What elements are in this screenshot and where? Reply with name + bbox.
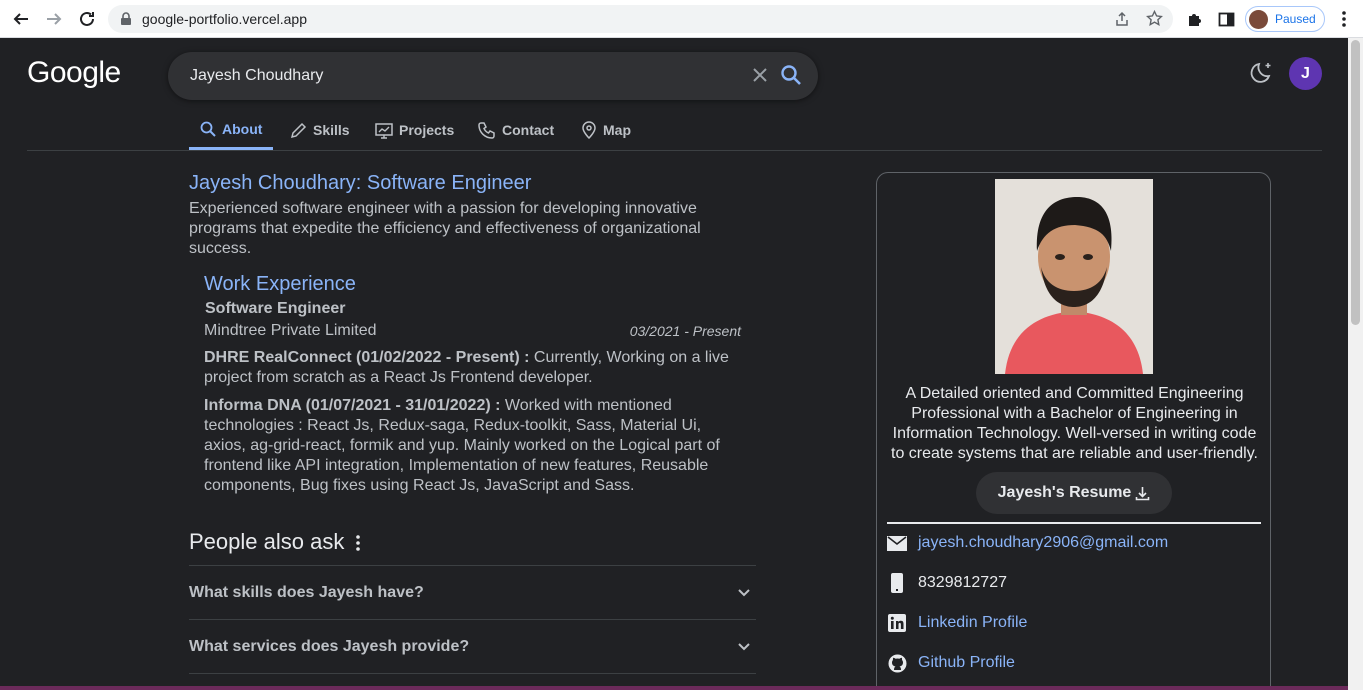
search-box[interactable]: Jayesh Choudhary bbox=[168, 52, 818, 100]
search-input[interactable]: Jayesh Choudhary bbox=[190, 67, 323, 85]
browser-toolbar: google-portfolio.vercel.app Paused bbox=[0, 0, 1363, 38]
search-icon[interactable] bbox=[780, 64, 802, 86]
paa-question[interactable] bbox=[189, 673, 756, 686]
profile-paused-button[interactable]: Paused bbox=[1245, 6, 1325, 32]
paa-title-text: People also ask bbox=[189, 529, 345, 554]
project-item: Informa DNA (01/07/2021 - 31/01/2022) : … bbox=[204, 396, 744, 496]
paa-question[interactable]: What services does Jayesh provide? bbox=[189, 619, 756, 673]
tab-label: Contact bbox=[502, 122, 555, 138]
page-scrollbar[interactable] bbox=[1348, 38, 1363, 690]
mobile-phone-icon bbox=[887, 573, 907, 593]
work-experience-heading: Work Experience bbox=[204, 273, 356, 295]
back-button[interactable] bbox=[9, 7, 33, 31]
project-item: DHRE RealConnect (01/02/2022 - Present) … bbox=[204, 348, 744, 388]
linkedin-row[interactable]: Linkedin Profile bbox=[887, 611, 1027, 635]
github-row[interactable]: Github Profile bbox=[887, 651, 1015, 675]
map-pin-icon bbox=[582, 121, 596, 139]
tab-skills[interactable]: Skills bbox=[290, 110, 350, 150]
pencil-icon bbox=[290, 122, 307, 138]
search-icon bbox=[200, 121, 216, 137]
google-logo[interactable]: Google bbox=[27, 56, 121, 90]
side-panel-icon[interactable] bbox=[1218, 11, 1235, 28]
address-bar[interactable]: google-portfolio.vercel.app bbox=[108, 5, 1173, 33]
github-icon bbox=[887, 653, 907, 673]
project-name: Informa DNA (01/07/2021 - 31/01/2022) : bbox=[204, 397, 501, 414]
linkedin-link[interactable]: Linkedin Profile bbox=[918, 614, 1027, 632]
card-divider bbox=[887, 522, 1261, 524]
scrollbar-thumb[interactable] bbox=[1351, 40, 1360, 325]
presentation-icon bbox=[375, 122, 393, 139]
download-icon bbox=[1136, 486, 1150, 500]
job-role: Software Engineer bbox=[205, 300, 346, 317]
reload-icon bbox=[80, 11, 94, 26]
tab-label: Map bbox=[603, 122, 631, 138]
extensions-puzzle-icon[interactable] bbox=[1186, 11, 1203, 28]
header-divider bbox=[27, 150, 1322, 151]
tab-map[interactable]: Map bbox=[581, 110, 631, 150]
lock-icon bbox=[121, 12, 131, 25]
profile-status: Paused bbox=[1275, 12, 1316, 26]
tab-projects[interactable]: Projects bbox=[375, 110, 454, 150]
paa-question-text: What skills does Jayesh have? bbox=[189, 584, 424, 601]
paa-question-text: What services does Jayesh provide? bbox=[189, 638, 470, 655]
phone-row: 8329812727 bbox=[887, 571, 1007, 595]
job-period: 03/2021 - Present bbox=[629, 323, 741, 339]
resume-download-button[interactable]: Jayesh's Resume bbox=[976, 472, 1172, 514]
dark-mode-moon-icon[interactable] bbox=[1249, 60, 1275, 86]
project-name: DHRE RealConnect (01/02/2022 - Present) … bbox=[204, 349, 530, 366]
email-link[interactable]: jayesh.choudhary2906@gmail.com bbox=[918, 534, 1168, 552]
forward-arrow-icon bbox=[47, 13, 62, 25]
profile-avatar bbox=[1249, 10, 1268, 29]
chevron-down-icon bbox=[738, 643, 750, 651]
profile-card: A Detailed oriented and Committed Engine… bbox=[876, 172, 1271, 690]
tab-label: Skills bbox=[313, 122, 350, 138]
tab-label: Projects bbox=[399, 122, 455, 138]
email-row[interactable]: jayesh.choudhary2906@gmail.com bbox=[887, 531, 1168, 555]
people-also-ask-heading: People also ask bbox=[189, 529, 362, 555]
profile-photo bbox=[995, 179, 1153, 374]
profile-bio: A Detailed oriented and Committed Engine… bbox=[891, 385, 1258, 462]
tab-about[interactable]: About bbox=[189, 110, 274, 150]
mail-icon bbox=[887, 533, 907, 553]
clear-icon[interactable] bbox=[750, 65, 770, 85]
phone-number: 8329812727 bbox=[918, 574, 1007, 591]
tab-contact[interactable]: Contact bbox=[478, 110, 554, 150]
reload-button[interactable] bbox=[75, 7, 99, 31]
back-arrow-icon bbox=[13, 13, 28, 25]
url-text: google-portfolio.vercel.app bbox=[142, 11, 307, 27]
user-avatar[interactable]: J bbox=[1289, 57, 1322, 90]
tab-label: About bbox=[222, 120, 263, 137]
result-summary: Experienced software engineer with a pas… bbox=[189, 200, 701, 257]
phone-icon bbox=[478, 122, 495, 139]
company-name: Mindtree Private Limited bbox=[204, 322, 377, 339]
more-options-icon[interactable] bbox=[354, 533, 362, 551]
result-title[interactable]: Jayesh Choudhary: Software Engineer bbox=[189, 172, 531, 195]
kebab-menu-icon[interactable] bbox=[1337, 10, 1351, 28]
linkedin-icon bbox=[887, 613, 907, 633]
bottom-edge bbox=[0, 686, 1348, 690]
resume-button-label: Jayesh's Resume bbox=[997, 484, 1132, 501]
share-icon[interactable] bbox=[1114, 11, 1130, 27]
forward-button[interactable] bbox=[42, 7, 66, 31]
github-link[interactable]: Github Profile bbox=[918, 654, 1015, 672]
paa-question[interactable]: What skills does Jayesh have? bbox=[189, 565, 756, 619]
bookmark-star-icon[interactable] bbox=[1146, 10, 1163, 27]
chevron-down-icon bbox=[738, 589, 750, 597]
